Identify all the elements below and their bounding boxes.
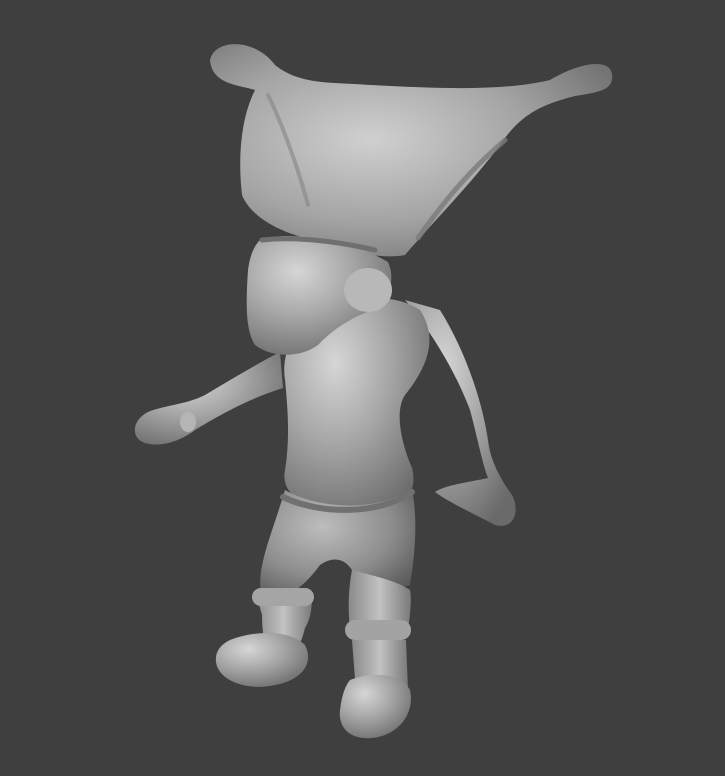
right-sock-cuff — [345, 620, 411, 640]
left-boot[interactable] — [215, 633, 309, 687]
sculpt-render — [134, 44, 613, 739]
nose — [344, 268, 392, 312]
hat[interactable] — [210, 44, 613, 257]
left-arm[interactable] — [134, 352, 283, 445]
3d-viewport[interactable] — [0, 0, 725, 776]
right-boot[interactable] — [339, 674, 411, 739]
left-thumb — [180, 412, 196, 432]
left-sock-cuff — [252, 588, 314, 606]
right-leg[interactable] — [345, 570, 411, 692]
